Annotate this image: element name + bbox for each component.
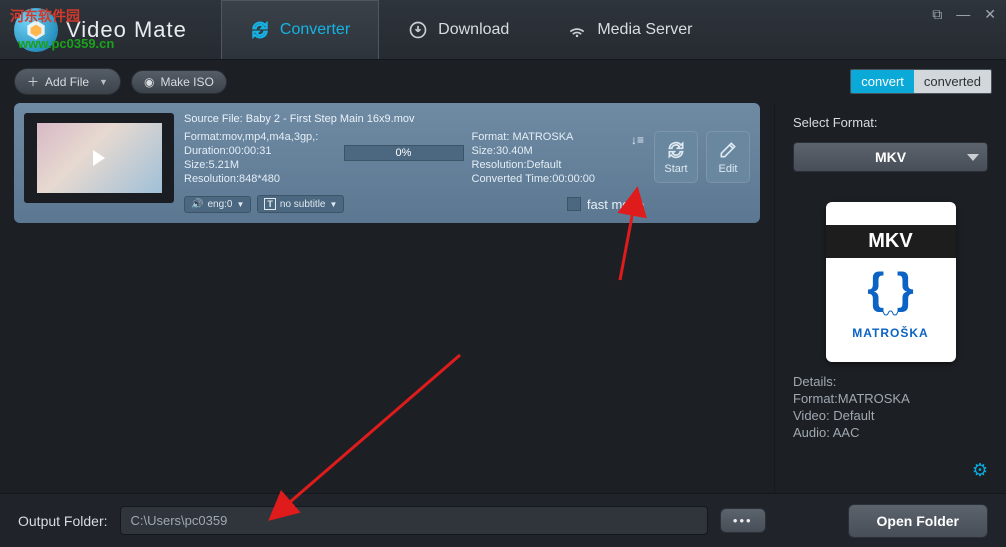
src-format: Format:mov,mp4,m4a,3gp,: (184, 131, 336, 143)
add-file-icon: ＋ (27, 73, 39, 90)
details-audio: Audio: AAC (793, 425, 988, 440)
checkbox-icon (567, 197, 581, 211)
details-format: Format:MATROSKA (793, 391, 988, 406)
app-logo-area: Video Mate 河东软件园 www.pc0359.cn (0, 8, 201, 52)
fast-mode-toggle[interactable]: fast mode (567, 197, 644, 212)
toolbar: ＋ Add File ▼ ◉ Make ISO convert converte… (0, 60, 1006, 103)
format-details: Details: Format:MATROSKA Video: Default … (793, 374, 988, 440)
select-format-label: Select Format: (793, 115, 988, 130)
footer: Output Folder: ••• Open Folder (0, 493, 1006, 547)
popout-icon[interactable]: ⧉ (932, 6, 942, 23)
add-file-label: Add File (45, 75, 89, 89)
tab-converted[interactable]: converted (914, 70, 991, 93)
format-preview: MKV { } 〰 MATROŠKA (826, 202, 956, 362)
edit-button[interactable]: Edit (706, 131, 750, 183)
video-thumbnail[interactable] (24, 113, 174, 203)
chevron-down-icon (967, 154, 979, 161)
convert-status-tabs: convert converted (850, 69, 992, 94)
output-folder-label: Output Folder: (18, 513, 108, 529)
format-panel: Select Format: MKV MKV { } 〰 MATROŠKA De… (774, 103, 1006, 493)
open-folder-button[interactable]: Open Folder (848, 504, 988, 538)
main-area: Source File: Baby 2 - First Step Main 16… (0, 103, 1006, 493)
tab-convert[interactable]: convert (851, 70, 914, 93)
matroska-wave-icon: 〰 (882, 300, 900, 326)
src-size: Size:5.21M (184, 159, 336, 171)
chevron-down-icon: ▼ (330, 200, 338, 209)
source-file-line: Source File: Baby 2 - First Step Main 16… (184, 113, 644, 125)
file-info: Source File: Baby 2 - First Step Main 16… (184, 113, 644, 213)
sort-icon[interactable]: ↓≡ (631, 133, 644, 147)
dst-resolution: Resolution:Default (472, 159, 624, 171)
app-name: Video Mate (66, 17, 187, 43)
audio-track-select[interactable]: 🔊 eng:0 ▼ (184, 196, 251, 213)
tab-converter-label: Converter (280, 21, 350, 39)
main-tabs: Converter Download Media Server (221, 0, 722, 59)
play-icon (93, 150, 105, 166)
app-logo-icon (14, 8, 58, 52)
disc-icon: ◉ (144, 75, 154, 89)
tab-converter[interactable]: Converter (221, 0, 379, 59)
dst-format: Format: MATROSKA (472, 131, 624, 143)
details-label: Details: (793, 374, 988, 389)
make-iso-button[interactable]: ◉ Make ISO (131, 70, 227, 94)
make-iso-label: Make ISO (160, 75, 213, 89)
format-preview-title: MKV (826, 225, 956, 258)
speaker-icon: 🔊 (191, 199, 203, 210)
tab-download[interactable]: Download (379, 0, 538, 59)
browse-button[interactable]: ••• (720, 508, 766, 533)
chevron-down-icon: ▼ (236, 200, 244, 209)
close-icon[interactable]: ✕ (984, 6, 996, 23)
src-duration: Duration:00:00:31 (184, 145, 336, 157)
window-controls: ⧉ — ✕ (932, 6, 996, 23)
start-button[interactable]: Start (654, 131, 698, 183)
settings-gear-icon[interactable]: ⚙ (972, 460, 988, 481)
tab-media-server-label: Media Server (597, 21, 692, 39)
format-dropdown[interactable]: MKV (793, 142, 988, 172)
subtitle-select[interactable]: T no subtitle ▼ (257, 195, 344, 213)
details-video: Video: Default (793, 408, 988, 423)
titlebar: Video Mate 河东软件园 www.pc0359.cn Converter… (0, 0, 1006, 60)
converted-time: Converted Time:00:00:00 (472, 173, 624, 185)
file-item: Source File: Baby 2 - First Step Main 16… (14, 103, 760, 223)
src-resolution: Resolution:848*480 (184, 173, 336, 185)
minimize-icon[interactable]: — (956, 6, 970, 23)
tab-download-label: Download (438, 21, 509, 39)
output-folder-input[interactable] (120, 506, 708, 535)
conversion-progress: 0% (344, 145, 464, 161)
add-file-button[interactable]: ＋ Add File ▼ (14, 68, 121, 95)
file-list: Source File: Baby 2 - First Step Main 16… (0, 103, 774, 493)
tab-media-server[interactable]: Media Server (538, 0, 721, 59)
chevron-down-icon: ▼ (99, 77, 108, 87)
format-preview-brand: MATROŠKA (852, 326, 928, 340)
dst-size: Size:30.40M (472, 145, 624, 157)
subtitle-icon: T (264, 198, 276, 210)
